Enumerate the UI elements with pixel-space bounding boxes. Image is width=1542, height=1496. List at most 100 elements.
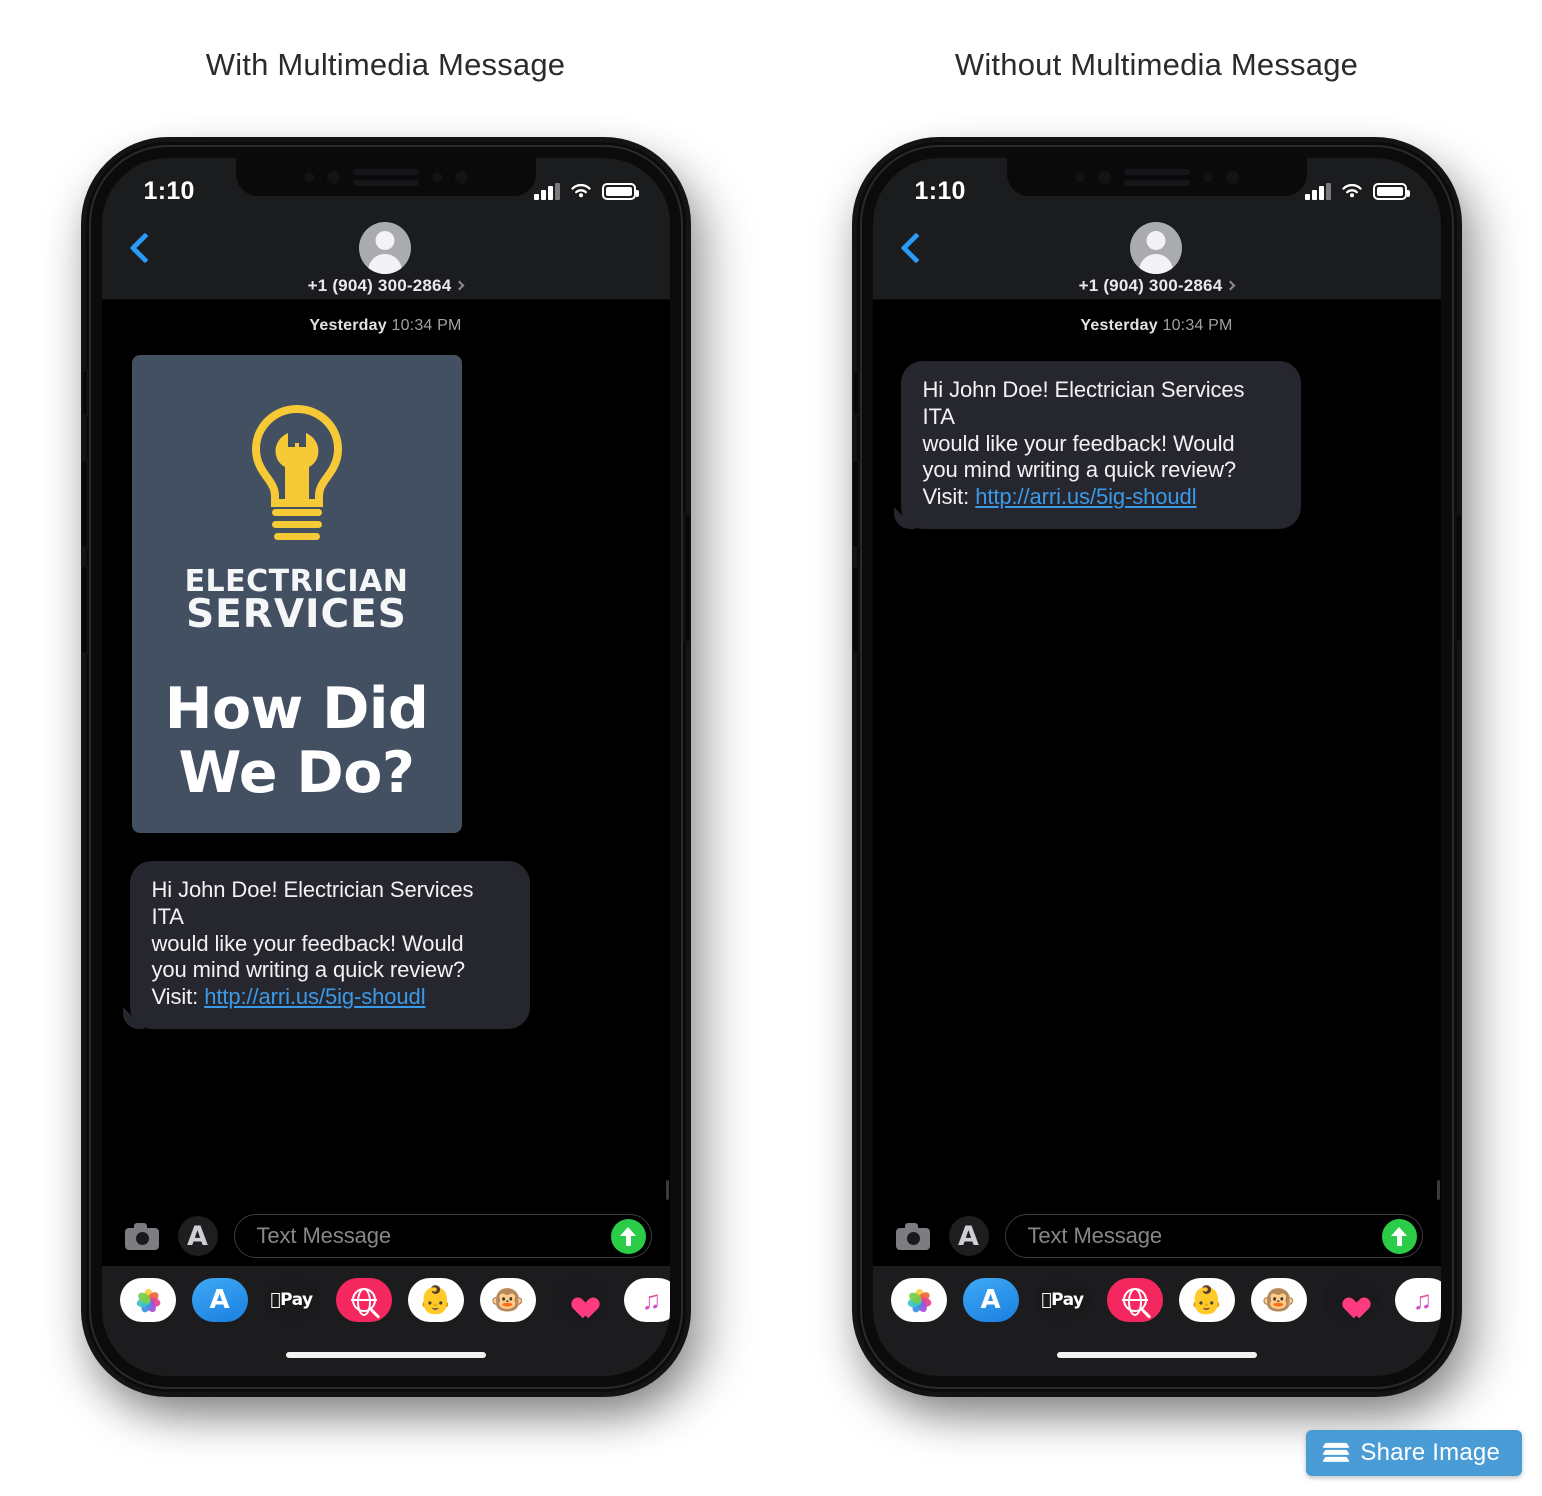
- conversation-thread: Yesterday 10:34 PM Hi John Doe! Electric…: [872, 300, 1441, 1204]
- thread-timestamp: Yesterday 10:34 PM: [102, 300, 670, 355]
- apple-pay-app-icon[interactable]: Pay: [263, 1278, 320, 1322]
- message-input-dock: A Text Message: [872, 1204, 1441, 1266]
- photos-app-icon[interactable]: [890, 1278, 947, 1322]
- imessage-apps-button[interactable]: A: [177, 1216, 218, 1256]
- photos-app-icon[interactable]: [119, 1278, 176, 1322]
- volume-up-button[interactable]: [80, 460, 88, 548]
- music-note-glyph: ♫: [1412, 1285, 1433, 1315]
- battery-full-icon: [1372, 182, 1410, 200]
- camera-button[interactable]: [122, 1216, 162, 1256]
- camera-icon: [895, 1222, 930, 1250]
- volume-down-button[interactable]: [80, 566, 88, 654]
- home-indicator-bar[interactable]: [285, 1352, 486, 1358]
- ambient-light-sensor-icon: [431, 172, 442, 182]
- volume-down-button[interactable]: [851, 566, 859, 654]
- power-button[interactable]: [683, 514, 691, 642]
- mute-switch[interactable]: [81, 370, 88, 416]
- visit-prefix: Visit:: [922, 484, 976, 510]
- message-line-3: you mind writing a quick review?: [922, 457, 1237, 483]
- image-search-app-icon[interactable]: [1106, 1278, 1163, 1322]
- digital-touch-app-icon[interactable]: [551, 1278, 608, 1322]
- send-button[interactable]: [610, 1218, 646, 1254]
- scroll-indicator[interactable]: [1436, 1180, 1440, 1200]
- card-headline: How Did We Do?: [164, 675, 429, 807]
- notch: [235, 158, 536, 196]
- memoji-stickers-app-icon[interactable]: 👶: [1178, 1278, 1235, 1322]
- memoji-glyph: 👶: [418, 1284, 453, 1315]
- memoji-stickers-app-icon[interactable]: 👶: [407, 1278, 464, 1322]
- power-button[interactable]: [1454, 514, 1462, 642]
- mute-switch[interactable]: [852, 370, 859, 416]
- contact-header[interactable]: +1 (904) 300-2864: [1078, 220, 1236, 296]
- headline-line-2: We Do?: [178, 740, 415, 807]
- contact-header[interactable]: +1 (904) 300-2864: [307, 220, 465, 296]
- back-chevron-icon[interactable]: [130, 232, 150, 266]
- apple-pay-glyph: Pay: [1041, 1290, 1084, 1310]
- imessage-apps-button[interactable]: A: [948, 1216, 989, 1256]
- earpiece-speaker-icon: [1123, 168, 1190, 186]
- message-input-dock: A Text Message: [101, 1204, 670, 1266]
- incoming-message-bubble[interactable]: Hi John Doe! Electrician Services ITA wo…: [129, 861, 530, 1030]
- message-input-field[interactable]: Text Message: [1004, 1214, 1423, 1258]
- chevron-right-icon: [1225, 280, 1236, 291]
- message-input-placeholder: Text Message: [256, 1223, 392, 1248]
- contact-number-text: +1 (904) 300-2864: [307, 276, 452, 295]
- imessage-app-drawer: A Pay 👶 🐵: [872, 1266, 1441, 1334]
- heart-glyph: [568, 1289, 592, 1311]
- right-title-cell: Without Multimedia Message: [771, 0, 1542, 130]
- imessage-app-drawer: A Pay 👶 🐵: [101, 1266, 670, 1334]
- heart-glyph: [1339, 1289, 1363, 1311]
- scroll-indicator[interactable]: [665, 1180, 669, 1200]
- timestamp-day: Yesterday: [309, 317, 387, 334]
- app-store-app-icon[interactable]: A: [191, 1278, 248, 1322]
- proximity-sensor-icon: [1097, 170, 1111, 184]
- status-bar-icons: [1305, 182, 1410, 200]
- timestamp-day: Yesterday: [1080, 317, 1158, 334]
- iphone-mockup-without-mms: 1:10 +1 (904) 300-2864 Yesterday 10:34 P…: [851, 142, 1462, 1392]
- cellular-bars-icon: [1305, 182, 1331, 200]
- headline-line-1: How Did: [164, 675, 429, 742]
- review-link[interactable]: http://arri.us/5ig-shoudl: [204, 984, 425, 1009]
- thread-timestamp: Yesterday 10:34 PM: [873, 300, 1441, 355]
- back-chevron-icon[interactable]: [901, 232, 921, 266]
- conversation-nav-bar: +1 (904) 300-2864: [101, 218, 670, 300]
- home-indicator-area: [872, 1334, 1441, 1376]
- music-app-icon[interactable]: ♫: [1394, 1278, 1441, 1322]
- contact-number-text: +1 (904) 300-2864: [1078, 276, 1223, 295]
- mms-image-attachment[interactable]: ELECTRICIAN SERVICES How Did We Do?: [131, 355, 462, 833]
- contact-phone-number: +1 (904) 300-2864: [1078, 276, 1236, 296]
- app-store-icon: A: [958, 1220, 979, 1252]
- layers-stack-icon: [1322, 1442, 1351, 1464]
- proximity-sensor-icon: [326, 170, 340, 184]
- contact-avatar-icon: [359, 222, 412, 274]
- infrared-camera-icon: [303, 172, 314, 182]
- share-image-button[interactable]: Share Image: [1306, 1430, 1522, 1476]
- app-store-app-icon[interactable]: A: [962, 1278, 1019, 1322]
- conversation-nav-bar: +1 (904) 300-2864: [872, 218, 1441, 300]
- review-link[interactable]: http://arri.us/5ig-shoudl: [975, 484, 1196, 509]
- incoming-message-bubble[interactable]: Hi John Doe! Electrician Services ITA wo…: [900, 361, 1301, 530]
- camera-button[interactable]: [893, 1216, 933, 1256]
- message-line-4: Visit: http://arri.us/5ig-shoudl: [152, 984, 508, 1011]
- timestamp-time: 10:34 PM: [391, 317, 462, 334]
- battery-full-icon: [601, 182, 639, 200]
- monkey-glyph: 🐵: [490, 1284, 525, 1315]
- incoming-message-row: Hi John Doe! Electrician Services ITA wo…: [873, 355, 1441, 530]
- wifi-icon: [570, 183, 591, 198]
- message-line-4: Visit: http://arri.us/5ig-shoudl: [923, 484, 1279, 511]
- right-phone-cell: 1:10 +1 (904) 300-2864 Yesterday 10:34 P…: [771, 130, 1542, 1430]
- send-button[interactable]: [1381, 1218, 1417, 1254]
- volume-up-button[interactable]: [851, 460, 859, 548]
- music-app-icon[interactable]: ♫: [623, 1278, 670, 1322]
- apple-pay-app-icon[interactable]: Pay: [1034, 1278, 1091, 1322]
- image-search-app-icon[interactable]: [335, 1278, 392, 1322]
- column-titles-row: With Multimedia Message Without Multimed…: [0, 0, 1542, 130]
- digital-touch-app-icon[interactable]: [1322, 1278, 1379, 1322]
- iphone-mockup-with-mms: 1:10 +1 (904) 300-2864 Yesterday 10:34 P…: [80, 142, 691, 1392]
- home-indicator-bar[interactable]: [1056, 1352, 1257, 1358]
- animoji-monkey-app-icon[interactable]: 🐵: [479, 1278, 536, 1322]
- front-camera-icon: [1225, 170, 1239, 184]
- message-input-field[interactable]: Text Message: [233, 1214, 652, 1258]
- camera-icon: [124, 1222, 159, 1250]
- animoji-monkey-app-icon[interactable]: 🐵: [1250, 1278, 1307, 1322]
